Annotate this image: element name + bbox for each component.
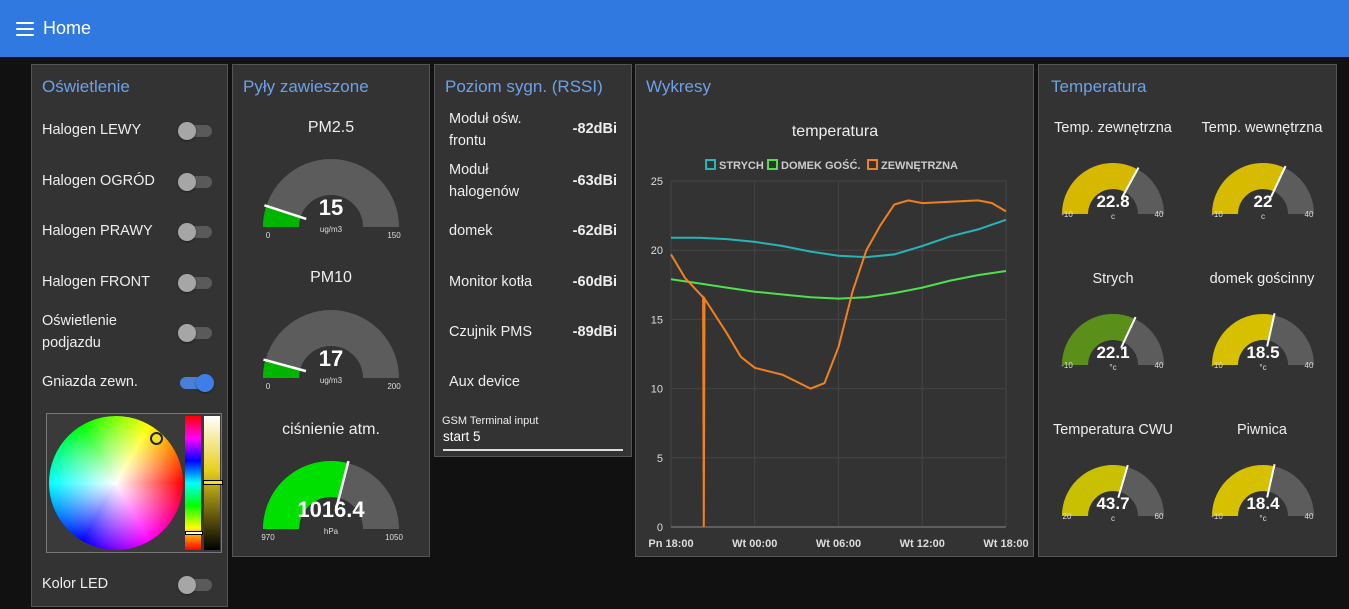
hue-slider-handle[interactable]: [185, 531, 203, 535]
rssi-value: -63dBi: [572, 173, 617, 189]
halogen-front-switch[interactable]: [178, 274, 212, 292]
x-tick-label: Wt 06:00: [816, 538, 861, 550]
halogen-ogrod-switch[interactable]: [178, 173, 212, 191]
switch-knob: [178, 122, 196, 140]
temperature-panel: Temperatura Temp. zewnętrzna 22.8 c -10 40 …: [1038, 64, 1337, 557]
rssi-value: -62dBi: [572, 223, 617, 239]
gniazda-zewn-switch[interactable]: [180, 374, 214, 392]
y-tick-label: 25: [651, 176, 663, 188]
legend-swatch: [705, 159, 716, 170]
rssi-value: -89dBi: [572, 324, 617, 340]
rssi-title: Poziom sygn. (RSSI): [445, 77, 603, 96]
y-tick-label: 20: [651, 245, 663, 257]
gsm-terminal-label: GSM Terminal input: [442, 415, 539, 427]
color-wheel-handle[interactable]: [150, 432, 163, 445]
brightness-slider-handle[interactable]: [203, 480, 223, 485]
dust-panel: Pyły zawieszone PM2.5 15 ug/m3 0 150 PM10 1…: [232, 64, 430, 557]
y-tick-label: 5: [657, 453, 663, 465]
switch-knob: [178, 576, 196, 594]
switch-label: Kolor LED: [42, 576, 109, 592]
gauge-unit: hPa: [323, 527, 339, 536]
color-picker[interactable]: [46, 413, 223, 553]
gauge-min: 970: [261, 533, 275, 542]
gauge-unit: °c: [1259, 514, 1267, 523]
gauge-max: 40: [1304, 512, 1314, 521]
color-wheel[interactable]: [49, 416, 183, 550]
switch-label: Halogen LEWY: [42, 122, 142, 138]
chart-title: temperatura: [792, 123, 878, 140]
rssi-panel: Poziom sygn. (RSSI) Moduł ośw. frontu -8…: [434, 64, 632, 457]
lighting-panel: Oświetlenie Halogen LEWY Halogen OGRÓD H…: [31, 64, 228, 607]
kolor-led-switch[interactable]: [178, 576, 212, 594]
y-tick-label: 10: [651, 384, 663, 396]
legend-label: ZEWNĘTRZNA: [881, 160, 958, 172]
lighting-title: Oświetlenie: [42, 77, 130, 96]
gauge-svg: [263, 460, 399, 530]
rssi-label: domek: [449, 223, 493, 239]
switch-knob: [178, 223, 196, 241]
legend-label: DOMEK GOŚĆ.: [781, 159, 860, 172]
switch-label: Halogen PRAWY: [42, 223, 153, 239]
rssi-label: Aux device: [449, 374, 520, 390]
legend-swatch: [867, 159, 878, 170]
x-tick-label: Wt 18:00: [983, 538, 1028, 550]
x-tick-label: Pn 18:00: [648, 538, 693, 550]
switch-label: Gniazda zewn.: [42, 374, 138, 390]
top-bar: Home: [0, 0, 1349, 57]
switch-knob: [178, 324, 196, 342]
gauge-min: -10: [1211, 512, 1223, 521]
gsm-terminal-input[interactable]: start 5: [443, 429, 623, 451]
charts-panel: Wykresy temperatura STRYCH DOMEK GOŚĆ. ZEW…: [635, 64, 1034, 557]
rssi-label: Monitor kotła: [449, 274, 533, 290]
y-tick-label: 0: [657, 522, 663, 534]
hue-slider[interactable]: [185, 416, 201, 550]
rssi-label: Moduł halogenów: [449, 162, 520, 200]
halogen-prawy-switch[interactable]: [178, 223, 212, 241]
page-title: Home: [43, 18, 92, 38]
legend-swatch: [767, 159, 778, 170]
gauge-value: 1016.4: [297, 497, 365, 522]
gauge-value: 18.4: [1246, 494, 1280, 513]
switch-knob: [178, 173, 196, 191]
temperature-chart: temperatura STRYCH DOMEK GOŚĆ. ZEWNĘTRZNA …: [648, 123, 1028, 550]
rssi-label: Czujnik PMS: [449, 324, 532, 340]
switch-knob: [178, 274, 196, 292]
hamburger-menu-icon[interactable]: [16, 21, 34, 36]
switch-label: Oświetlenie podjazdu: [42, 313, 117, 351]
switch-label: Halogen OGRÓD: [42, 173, 155, 189]
rssi-value: -60dBi: [572, 274, 617, 290]
halogen-lewy-switch[interactable]: [178, 122, 212, 140]
gauge-max: 1050: [385, 533, 403, 542]
rssi-value: -82dBi: [572, 121, 617, 137]
x-tick-label: Wt 00:00: [732, 538, 777, 550]
legend-label: STRYCH: [719, 160, 764, 172]
switch-knob: [196, 374, 214, 392]
switch-label: Halogen FRONT: [42, 274, 150, 290]
y-tick-label: 15: [651, 314, 663, 326]
rssi-label: Moduł ośw. frontu: [449, 111, 522, 149]
oswietlenie-podjazdu-switch[interactable]: [178, 324, 212, 342]
x-tick-label: Wt 12:00: [900, 538, 945, 550]
gauge-svg: [1212, 464, 1314, 517]
